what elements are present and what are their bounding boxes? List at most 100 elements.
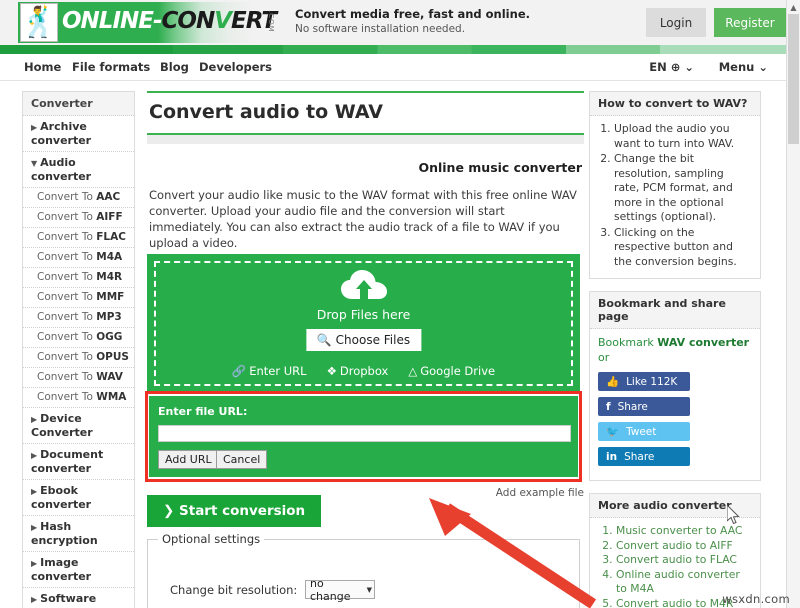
sidebar-item-prefix: Convert To <box>37 311 97 323</box>
sidebar-item-format: M4A <box>96 251 123 263</box>
login-button[interactable]: Login <box>646 8 706 37</box>
dropbox-link[interactable]: ❖ Dropbox <box>327 364 389 378</box>
add-url-button[interactable]: Add URL <box>158 450 219 469</box>
sidebar-item-convert-to-opus[interactable]: Convert To OPUS <box>23 348 134 368</box>
sidebar-item-prefix: Convert To <box>37 211 97 223</box>
chevron-right-icon: ▶ <box>31 595 38 604</box>
google-drive-label: Google Drive <box>420 364 496 378</box>
title-underlay <box>147 135 584 144</box>
nav-item-developers[interactable]: Developers <box>199 60 272 74</box>
more-converter-link[interactable]: Convert audio to FLAC <box>616 553 752 568</box>
sidebar-item-format: FLAC <box>96 231 126 243</box>
linkedin-share-button[interactable]: in Share <box>598 447 690 466</box>
scrollbar-thumb[interactable] <box>788 14 799 144</box>
thumbs-up-icon: 👍 <box>606 376 620 388</box>
sidebar-group-software-converter[interactable]: ▶Software Converter <box>23 588 134 608</box>
vertical-scrollbar[interactable]: ▲ <box>786 0 800 608</box>
choose-files-button[interactable]: 🔍 Choose Files <box>305 329 422 351</box>
logo-part-online: ONLINE- <box>62 8 163 34</box>
google-drive-link[interactable]: △ Google Drive <box>408 364 495 378</box>
sidebar-group-document-converter[interactable]: ▶ Document converter <box>23 444 134 480</box>
facebook-share-label: Share <box>617 400 648 413</box>
bookmark-link[interactable]: WAV converter <box>657 336 749 349</box>
sidebar-group-label: Software Converter <box>31 592 97 608</box>
sidebar-item-convert-to-aac[interactable]: Convert To AAC <box>23 188 134 208</box>
sidebar-item-convert-to-flac[interactable]: Convert To FLAC <box>23 228 134 248</box>
sidebar-group-archive-converter[interactable]: ▶ Archive converter <box>23 116 134 152</box>
sidebar-item-prefix: Convert To <box>37 291 97 303</box>
sidebar-item-prefix: Convert To <box>37 391 97 403</box>
nav-item-blog[interactable]: Blog <box>160 60 189 74</box>
sidebar-group-image-converter[interactable]: ▶ Image converter <box>23 552 134 588</box>
bookmark-line: Bookmark WAV converter or <box>598 335 752 365</box>
optional-settings-fieldset: Optional settings Change bit resolution:… <box>147 532 580 608</box>
sidebar-item-convert-to-m4a[interactable]: Convert To M4A <box>23 248 134 268</box>
sidebar-item-prefix: Convert To <box>37 191 97 203</box>
scroll-up-arrow-icon[interactable]: ▲ <box>787 0 800 14</box>
language-selector[interactable]: EN ⊕ ⌄ <box>649 60 694 74</box>
nav-item-home[interactable]: Home <box>24 60 61 74</box>
chevron-right-icon: ▶ <box>31 523 38 532</box>
sidebar-item-format: OPUS <box>96 351 129 363</box>
facebook-like-button[interactable]: 👍 Like 112K <box>598 372 690 391</box>
site-header: 🕺 ONLINE-CONVERT .COM Convert media free… <box>0 0 786 45</box>
file-url-input[interactable] <box>158 425 571 442</box>
sidebar-group-hash-encryption[interactable]: ▶ Hash encryption <box>23 516 134 552</box>
sidebar-item-convert-to-m4r[interactable]: Convert To M4R <box>23 268 134 288</box>
more-converter-link[interactable]: Convert audio to AIFF <box>616 539 752 554</box>
facebook-share-button[interactable]: f Share <box>598 397 690 416</box>
bookmark-share-box: Bookmark and share page Bookmark WAV con… <box>589 291 761 481</box>
page-subheading: Online music converter <box>418 160 582 175</box>
sidebar-item-convert-to-wma[interactable]: Convert To WMA <box>23 388 134 408</box>
enter-url-label: Enter URL <box>249 364 307 378</box>
optional-setting-value: no change <box>310 576 351 603</box>
chevron-right-icon: ▶ <box>31 451 38 460</box>
sidebar-group-label: Document converter <box>31 448 104 475</box>
chevron-right-icon: ▶ <box>31 123 38 132</box>
menu-dropdown[interactable]: Menu ⌄ <box>719 60 768 74</box>
file-dropzone[interactable]: Drop Files here 🔍 Choose Files 🔗 Enter UR… <box>147 254 580 393</box>
sidebar-item-format: AIFF <box>96 211 123 223</box>
sidebar-item-prefix: Convert To <box>37 251 97 263</box>
sidebar-item-prefix: Convert To <box>37 331 97 343</box>
enter-file-url-panel: Enter file URL: Add URL Cancel <box>149 396 578 477</box>
sidebar-item-format: M4R <box>96 271 123 283</box>
sidebar-item-convert-to-ogg[interactable]: Convert To OGG <box>23 328 134 348</box>
right-sidebar: How to convert to WAV? Upload the audio … <box>589 91 761 608</box>
cancel-button[interactable]: Cancel <box>216 450 268 469</box>
add-example-file-link[interactable]: Add example file <box>496 487 584 499</box>
sidebar-group-label: Ebook converter <box>31 484 92 511</box>
bookmark-pre-text: Bookmark <box>598 336 658 349</box>
sidebar-item-convert-to-mmf[interactable]: Convert To MMF <box>23 288 134 308</box>
link-icon: 🔗 <box>231 364 247 378</box>
site-logo[interactable]: 🕺 ONLINE-CONVERT .COM <box>18 2 288 43</box>
sidebar-group-ebook-converter[interactable]: ▶ Ebook converter <box>23 480 134 516</box>
start-conversion-button[interactable]: ❯ Start conversion <box>147 495 322 527</box>
sidebar-item-format: AAC <box>96 191 121 203</box>
enter-url-link[interactable]: 🔗 Enter URL <box>232 364 307 378</box>
twitter-tweet-button[interactable]: 🐦 Tweet <box>598 422 690 441</box>
sidebar-group-device-converter[interactable]: ▶ Device Converter <box>23 408 134 444</box>
main-navigation: Home File formats Blog Developers EN ⊕ ⌄… <box>0 54 786 81</box>
sidebar-item-format: WAV <box>96 371 123 383</box>
chevron-right-icon: ▶ <box>31 487 38 496</box>
twitter-icon: 🐦 <box>606 426 620 438</box>
bookmark-share-title: Bookmark and share page <box>590 292 760 329</box>
sidebar-group-label: Archive converter <box>31 120 92 147</box>
sidebar-item-convert-to-wav[interactable]: Convert To WAV <box>23 368 134 388</box>
howto-step: Upload the audio you want to turn into W… <box>614 122 752 151</box>
sidebar-item-convert-to-mp3[interactable]: Convert To MP3 <box>23 308 134 328</box>
more-converter-link[interactable]: Music converter to AAC <box>616 524 752 539</box>
choose-files-label: Choose Files <box>335 333 411 347</box>
optional-setting-select[interactable]: no change ▼ <box>305 577 375 603</box>
page-intro-text: Convert your audio like music to the WAV… <box>149 188 577 250</box>
sidebar-item-prefix: Convert To <box>37 271 97 283</box>
nav-item-file-formats[interactable]: File formats <box>72 60 150 74</box>
sidebar-item-convert-to-aiff[interactable]: Convert To AIFF <box>23 208 134 228</box>
linkedin-icon: in <box>606 450 618 463</box>
sidebar-group-audio-converter[interactable]: ▼ Audio converter <box>23 152 134 188</box>
optional-settings-legend: Optional settings <box>158 532 265 546</box>
upload-source-links: 🔗 Enter URL ❖ Dropbox △ Google Drive <box>148 364 579 378</box>
register-button[interactable]: Register <box>714 8 786 37</box>
sidebar-group-label: Device Converter <box>31 412 93 439</box>
